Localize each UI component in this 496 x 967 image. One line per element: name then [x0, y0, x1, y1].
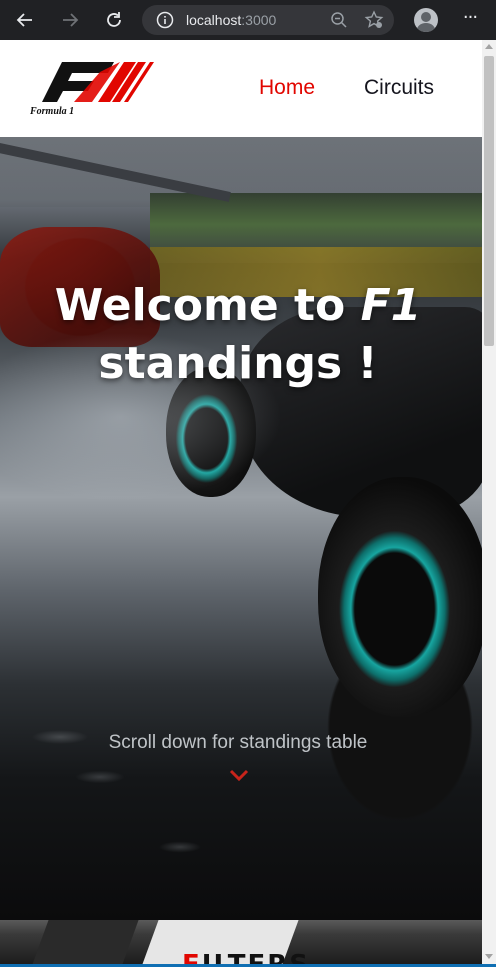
vertical-scrollbar[interactable]: [482, 40, 496, 967]
hero-title-part2: standings !: [98, 338, 378, 389]
scrollbar-thumb[interactable]: [484, 56, 494, 346]
address-bar[interactable]: localhost:3000: [142, 5, 394, 35]
back-arrow-icon[interactable]: [14, 9, 36, 31]
refresh-icon[interactable]: [103, 9, 125, 31]
f1-logo[interactable]: Formula 1: [28, 56, 154, 118]
zoom-out-icon[interactable]: [330, 11, 348, 29]
hero-title: Welcome to F1 standings !: [0, 277, 476, 393]
nav-circuits-link[interactable]: Circuits: [364, 76, 434, 100]
hero-banner: Welcome to F1 standings ! Scroll down fo…: [0, 137, 482, 920]
url-port: :3000: [241, 12, 277, 28]
site-header: Formula 1 Home Circuits: [0, 40, 482, 137]
hero-title-f1: F1: [360, 280, 422, 331]
logo-text: Formula 1: [29, 106, 74, 117]
favorite-star-icon[interactable]: [364, 10, 384, 30]
more-menu-icon[interactable]: ···: [460, 9, 480, 30]
hero-puddles: [0, 657, 482, 920]
page-viewport: Formula 1 Home Circuits Welcome to F1 st…: [0, 40, 482, 967]
chevron-down-icon[interactable]: [229, 767, 249, 782]
filters-section: FILTERS: [0, 920, 482, 967]
scroll-hint: Scroll down for standings table: [108, 732, 368, 753]
profile-icon[interactable]: [414, 8, 438, 32]
nav-home-link[interactable]: Home: [259, 76, 315, 100]
scroll-down-arrow-icon[interactable]: [485, 954, 493, 959]
filters-dark-stripe: [31, 920, 139, 967]
hero-title-part1: Welcome to: [54, 280, 361, 331]
forward-arrow-icon[interactable]: [59, 9, 81, 31]
info-icon[interactable]: [156, 11, 174, 29]
scroll-up-arrow-icon[interactable]: [485, 44, 493, 49]
url-host: localhost: [186, 12, 242, 28]
url-text: localhost:3000: [186, 12, 276, 28]
browser-toolbar: localhost:3000 ···: [0, 0, 496, 40]
